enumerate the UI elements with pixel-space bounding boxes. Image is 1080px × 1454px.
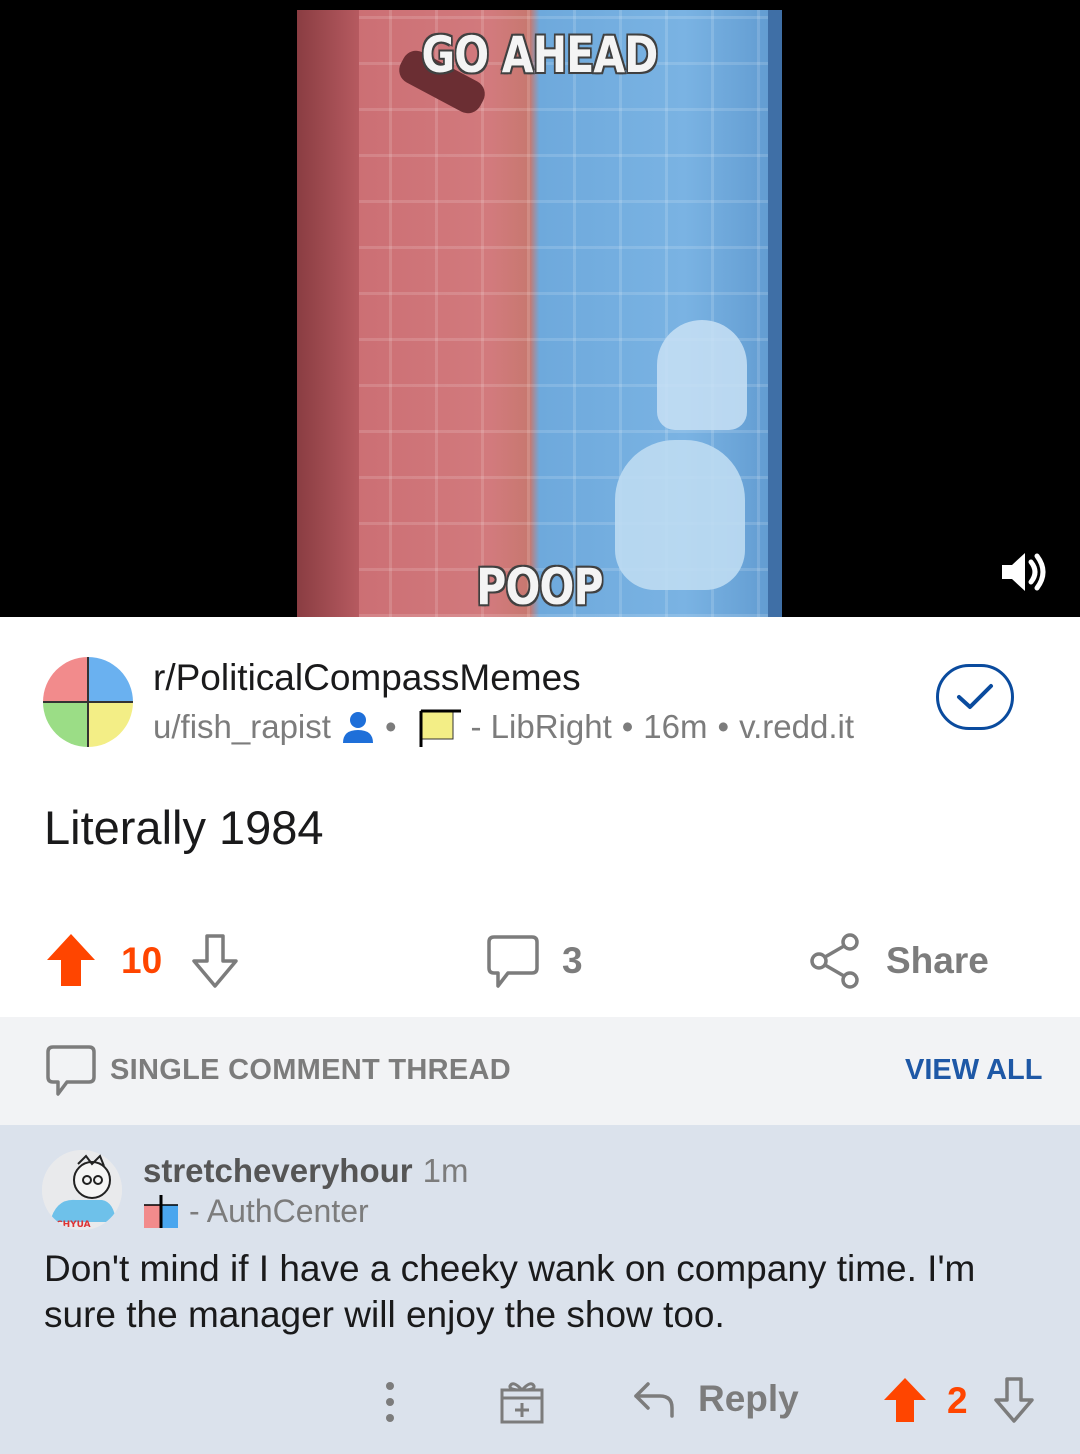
video-frame[interactable]: GO AHEAD POOP xyxy=(297,10,782,617)
comment-age: 1m xyxy=(422,1152,469,1189)
subreddit-avatar[interactable] xyxy=(43,657,133,747)
post-meta: u/fish_rapist • - LibRight • 16m • v.red… xyxy=(153,707,854,747)
single-comment-thread-label: SINGLE COMMENT THREAD xyxy=(110,1054,512,1086)
video-shadow xyxy=(297,10,359,617)
volume-on-icon[interactable] xyxy=(998,548,1050,596)
comment-downvote-icon[interactable] xyxy=(992,1376,1036,1424)
comment-body: Don't mind if I have a cheeky wank on co… xyxy=(44,1248,976,1335)
comment-upvote-icon[interactable] xyxy=(882,1376,928,1424)
meme-bottom-text: POOP xyxy=(476,558,603,616)
post-comment-count[interactable]: 3 xyxy=(562,940,583,982)
separator-dot: • xyxy=(621,708,634,745)
libright-flair-icon xyxy=(419,709,461,747)
comment-author[interactable]: stretcheveryhour xyxy=(143,1152,413,1189)
post-vote-count: 10 xyxy=(121,940,163,981)
post-domain[interactable]: v.redd.it xyxy=(739,708,854,746)
comment-author-row: stretcheveryhour 1m xyxy=(143,1152,468,1190)
comment-icon[interactable] xyxy=(486,934,540,990)
meme-top-text: GO AHEAD xyxy=(421,26,658,84)
view-all-button[interactable]: VIEW ALL xyxy=(905,1054,1042,1087)
upvote-icon[interactable] xyxy=(45,932,97,988)
user-avatar-icon: CHYUA xyxy=(42,1150,122,1230)
join-check-button[interactable] xyxy=(936,664,1014,730)
share-button[interactable]: Share xyxy=(886,940,989,982)
video-player[interactable]: GO AHEAD POOP xyxy=(0,0,1080,617)
separator-dot: • xyxy=(384,708,397,745)
user-icon xyxy=(342,712,373,743)
checkmark-icon xyxy=(957,684,993,709)
post-flair: - LibRight xyxy=(470,708,612,745)
share-icon[interactable] xyxy=(808,932,862,990)
award-gift-icon[interactable] xyxy=(499,1378,545,1424)
authcenter-flair-icon xyxy=(144,1194,178,1228)
toilet-shape xyxy=(657,320,747,430)
comment-vote-count: 2 xyxy=(947,1380,968,1421)
reply-button[interactable]: Reply xyxy=(698,1378,799,1420)
avatar[interactable]: CHYUA xyxy=(42,1150,122,1230)
post-author[interactable]: u/fish_rapist xyxy=(153,708,331,746)
subreddit-name[interactable]: r/PoliticalCompassMemes xyxy=(153,657,581,699)
separator-dot: • xyxy=(717,708,730,745)
downvote-icon[interactable] xyxy=(190,933,240,989)
post-age: 16m xyxy=(643,708,708,745)
comment-flair: - AuthCenter xyxy=(189,1193,369,1229)
video-shadow xyxy=(768,10,782,617)
more-options-icon[interactable] xyxy=(378,1380,402,1424)
post-title: Literally 1984 xyxy=(44,801,324,854)
comment-flair-row: - AuthCenter xyxy=(143,1193,369,1230)
reply-icon[interactable] xyxy=(632,1380,676,1420)
comment-thread-icon xyxy=(46,1045,96,1096)
